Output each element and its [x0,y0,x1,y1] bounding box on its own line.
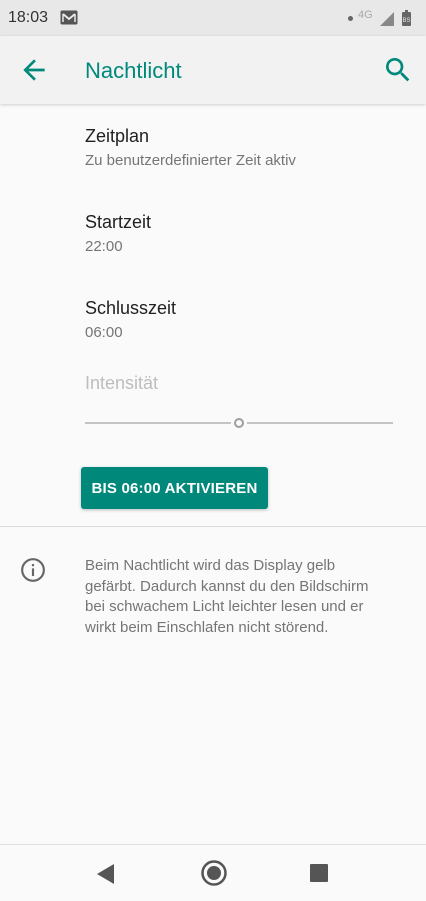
nav-recents-icon[interactable] [310,864,328,882]
slider-track-right [247,422,393,424]
pref-start-time-summary: 22:00 [85,238,123,255]
status-bar: 18:03 4G BS [0,0,426,36]
pref-start-time-title: Startzeit [85,212,152,232]
arrow-back-icon [23,59,45,81]
info-line: bei schwachem Licht leichter lesen und e… [85,598,364,615]
network-type: 4G [358,9,373,21]
pref-end-time-title: Schlusszeit [85,298,177,318]
search-button[interactable] [382,54,414,86]
intensity-slider[interactable] [85,414,393,432]
svg-text:BS: BS [402,18,410,24]
intensity-label: Intensität [85,373,159,393]
divider [0,526,426,527]
notification-dot-icon [348,16,353,21]
slider-thumb[interactable] [234,418,244,428]
info-line: wirkt beim Einschlafen nicht störend. [85,618,329,636]
info-line: gefärbt. Dadurch kannst du den Bildschir… [85,577,369,595]
app-bar: Nachtlicht [0,36,426,104]
nav-home-icon[interactable] [200,859,228,892]
info-line: Beim Nachtlicht wird das Display gelb [85,557,336,574]
navigation-bar [0,844,426,901]
pref-start-time[interactable]: Startzeit 22:00 [85,212,151,255]
search-icon [386,58,410,82]
info-icon [20,557,46,583]
signal-icon [380,12,394,31]
battery-saver-icon: BS [402,10,411,31]
page-title: Nachtlicht [85,58,182,83]
back-button[interactable] [18,54,50,86]
pref-end-time-summary: 06:00 [85,324,123,341]
activate-until-button[interactable]: BIS 06:00 AKTIVIEREN [81,467,268,509]
pref-end-time[interactable]: Schlusszeit 06:00 [85,298,176,341]
status-time: 18:03 [8,9,49,26]
pref-schedule-summary: Zu benutzerdefinierter Zeit aktiv [85,152,296,169]
gmail-icon [60,10,78,30]
pref-schedule[interactable]: Zeitplan Zu benutzerdefinierter Zeit akt… [85,126,296,169]
pref-schedule-title: Zeitplan [85,126,150,146]
info-description: Beim Nachtlicht wird das Display gelb ge… [85,556,405,638]
slider-track-left [85,422,231,424]
nav-back-icon[interactable] [95,863,115,890]
